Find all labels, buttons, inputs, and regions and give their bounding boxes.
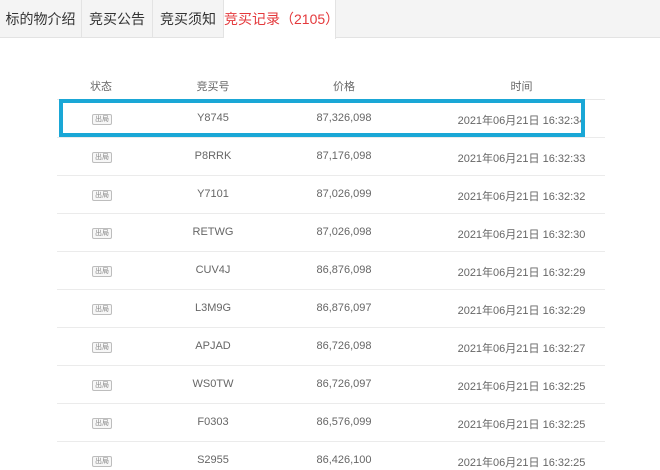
bid-time: 2021年06月21日 16:32:29	[457, 267, 586, 279]
tab-auction-notice[interactable]: 竞买须知	[153, 0, 224, 38]
status-badge: 出局	[92, 456, 112, 467]
bid-price: 87,026,098	[316, 226, 372, 238]
status-badge: 出局	[92, 342, 112, 353]
bid-price: 86,726,097	[316, 378, 372, 390]
bid-number: RETWG	[192, 226, 234, 238]
bid-number: WS0TW	[192, 378, 234, 390]
header-status: 状态	[90, 81, 112, 93]
bid-time: 2021年06月21日 16:32:27	[457, 343, 586, 355]
bid-time: 2021年06月21日 16:32:34	[457, 115, 586, 127]
bid-number: F0303	[197, 416, 229, 428]
header-bid-number: 竞买号	[196, 81, 230, 93]
bid-price: 86,576,099	[316, 416, 372, 428]
bid-price: 87,026,099	[316, 188, 372, 200]
bid-price: 86,726,098	[316, 340, 372, 352]
bid-time: 2021年06月21日 16:32:25	[457, 457, 586, 469]
header-time: 时间	[510, 81, 533, 93]
table-row: 出局 Y7101 87,026,099 2021年06月21日 16:32:32	[57, 176, 605, 214]
table-row: 出局 F0303 86,576,099 2021年06月21日 16:32:25	[57, 404, 605, 442]
table-row: 出局 P8RRK 87,176,098 2021年06月21日 16:32:33	[57, 138, 605, 176]
bid-number: APJAD	[195, 340, 231, 352]
status-badge: 出局	[92, 190, 112, 201]
tab-bar: 标的物介绍 竞买公告 竞买须知 竞买记录（2105）	[0, 0, 660, 39]
table-row: 出局 Y8745 87,326,098 2021年06月21日 16:32:34	[57, 100, 605, 138]
status-badge: 出局	[92, 266, 112, 277]
status-badge: 出局	[92, 228, 112, 239]
bid-number: S2955	[197, 454, 229, 466]
status-badge: 出局	[92, 114, 112, 125]
tab-auction-announcement[interactable]: 竞买公告	[82, 0, 153, 38]
status-badge: 出局	[92, 304, 112, 315]
bid-number: Y8745	[197, 112, 229, 124]
bid-time: 2021年06月21日 16:32:32	[457, 191, 586, 203]
bid-time: 2021年06月21日 16:32:25	[457, 381, 586, 393]
bid-time: 2021年06月21日 16:32:25	[457, 419, 586, 431]
table-row: 出局 APJAD 86,726,098 2021年06月21日 16:32:27	[57, 328, 605, 366]
bid-number: CUV4J	[195, 264, 231, 276]
table-row: 出局 RETWG 87,026,098 2021年06月21日 16:32:30	[57, 214, 605, 252]
bid-price: 86,876,098	[316, 264, 372, 276]
bid-number: L3M9G	[194, 302, 232, 314]
table-header: 状态 竞买号 价格 时间	[57, 68, 605, 100]
table-row: 出局 CUV4J 86,876,098 2021年06月21日 16:32:29	[57, 252, 605, 290]
status-badge: 出局	[92, 418, 112, 429]
status-badge: 出局	[92, 152, 112, 163]
bid-number: P8RRK	[194, 150, 232, 162]
bid-price: 87,176,098	[316, 150, 372, 162]
bid-number: Y7101	[197, 188, 229, 200]
tab-bid-records[interactable]: 竞买记录（2105）	[224, 0, 339, 39]
table-row: 出局 L3M9G 86,876,097 2021年06月21日 16:32:29	[57, 290, 605, 328]
bid-time: 2021年06月21日 16:32:30	[457, 229, 586, 241]
bid-price: 86,426,100	[316, 454, 372, 466]
bid-time: 2021年06月21日 16:32:29	[457, 305, 586, 317]
bid-price: 86,876,097	[316, 302, 372, 314]
table-row: 出局 WS0TW 86,726,097 2021年06月21日 16:32:25	[57, 366, 605, 404]
status-badge: 出局	[92, 380, 112, 391]
bid-price: 87,326,098	[316, 112, 372, 124]
tab-item-introduction[interactable]: 标的物介绍	[0, 0, 82, 38]
bid-time: 2021年06月21日 16:32:33	[457, 153, 586, 165]
header-price: 价格	[333, 81, 355, 93]
